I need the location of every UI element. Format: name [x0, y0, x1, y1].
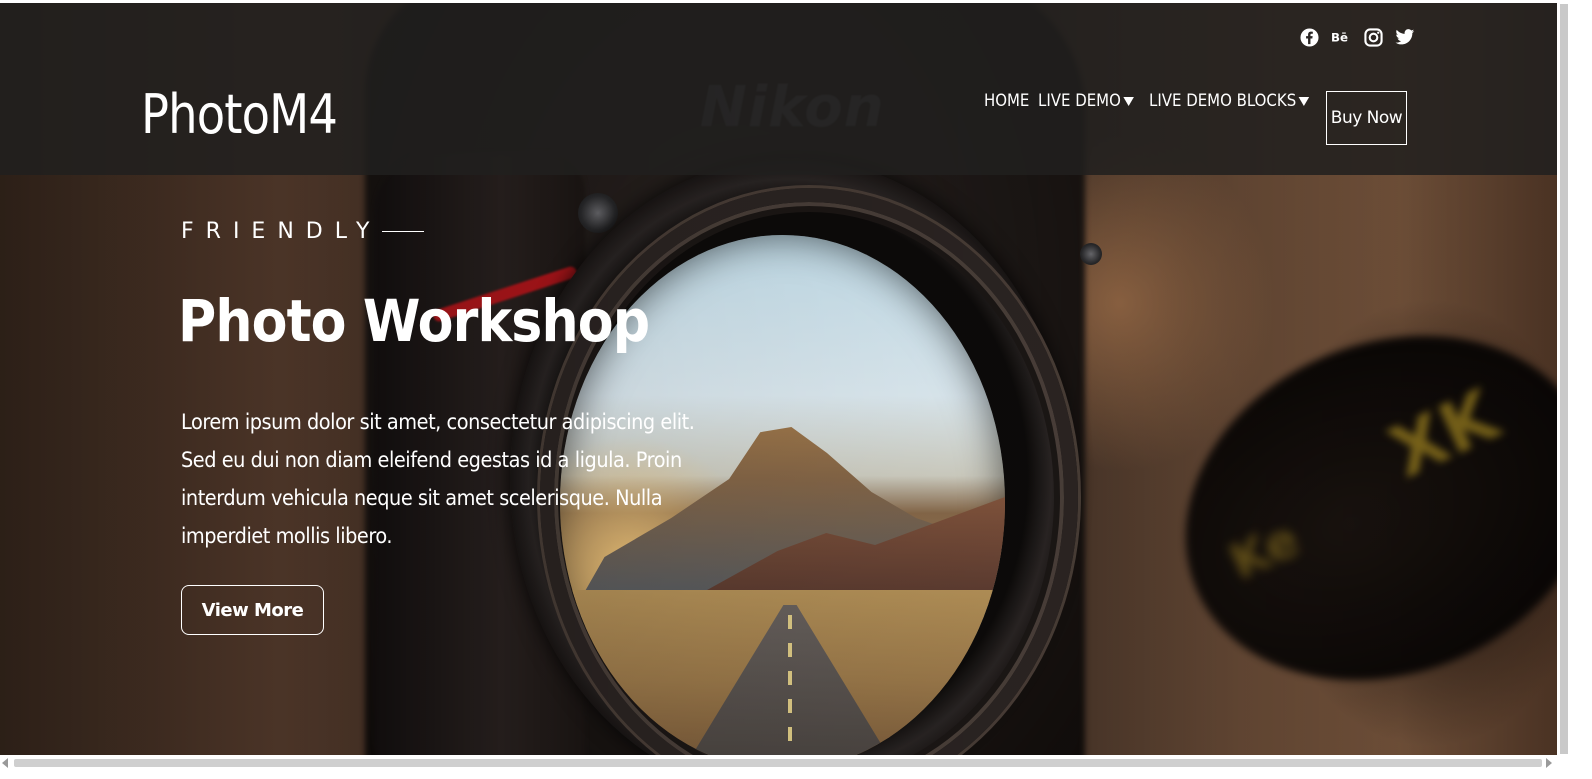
- caret-down-icon: [1298, 96, 1310, 106]
- nav-home[interactable]: HOME: [984, 91, 1029, 111]
- scroll-right-icon[interactable]: [1546, 758, 1552, 768]
- scroll-left-icon[interactable]: [2, 758, 8, 768]
- eyebrow-divider: [381, 231, 424, 232]
- hero-eyebrow: FRIENDLY: [181, 219, 424, 244]
- view-more-button[interactable]: View More: [181, 585, 324, 635]
- main-nav: HOME LIVE DEMO LIVE DEMO BLOCKS: [984, 91, 1345, 111]
- facebook-icon[interactable]: [1299, 27, 1319, 47]
- hero-description: Lorem ipsum dolor sit amet, consectetur …: [181, 410, 695, 548]
- nav-live-demo[interactable]: LIVE DEMO: [1038, 91, 1134, 111]
- nav-live-demo-label: LIVE DEMO: [1037, 91, 1121, 111]
- behance-icon[interactable]: Bē: [1331, 27, 1351, 47]
- caret-down-icon: [1123, 96, 1134, 106]
- nav-live-demo-blocks[interactable]: LIVE DEMO BLOCKS: [1148, 91, 1310, 111]
- twitter-icon[interactable]: [1395, 27, 1415, 47]
- hero-title: Photo Workshop: [178, 287, 650, 355]
- site-header: Bē PhotoM4 HOME LIVE DEMO LIVE DEMO BLOC…: [0, 3, 1557, 175]
- nav-home-label: HOME: [984, 91, 1030, 111]
- nav-live-demo-blocks-label: LIVE DEMO BLOCKS: [1148, 91, 1296, 111]
- social-links: Bē: [1299, 27, 1415, 47]
- instagram-icon[interactable]: [1363, 27, 1383, 47]
- hero-eyebrow-text: FRIENDLY: [181, 219, 382, 244]
- vertical-scrollbar-thumb[interactable]: [1560, 4, 1568, 754]
- svg-text:Bē: Bē: [1331, 31, 1348, 45]
- hero-section: XK Ke Nikon Bē PhotoM4: [0, 3, 1557, 755]
- horizontal-scrollbar-thumb[interactable]: [14, 759, 1542, 767]
- site-logo[interactable]: PhotoM4: [141, 83, 338, 146]
- buy-now-button[interactable]: Buy Now: [1326, 91, 1407, 145]
